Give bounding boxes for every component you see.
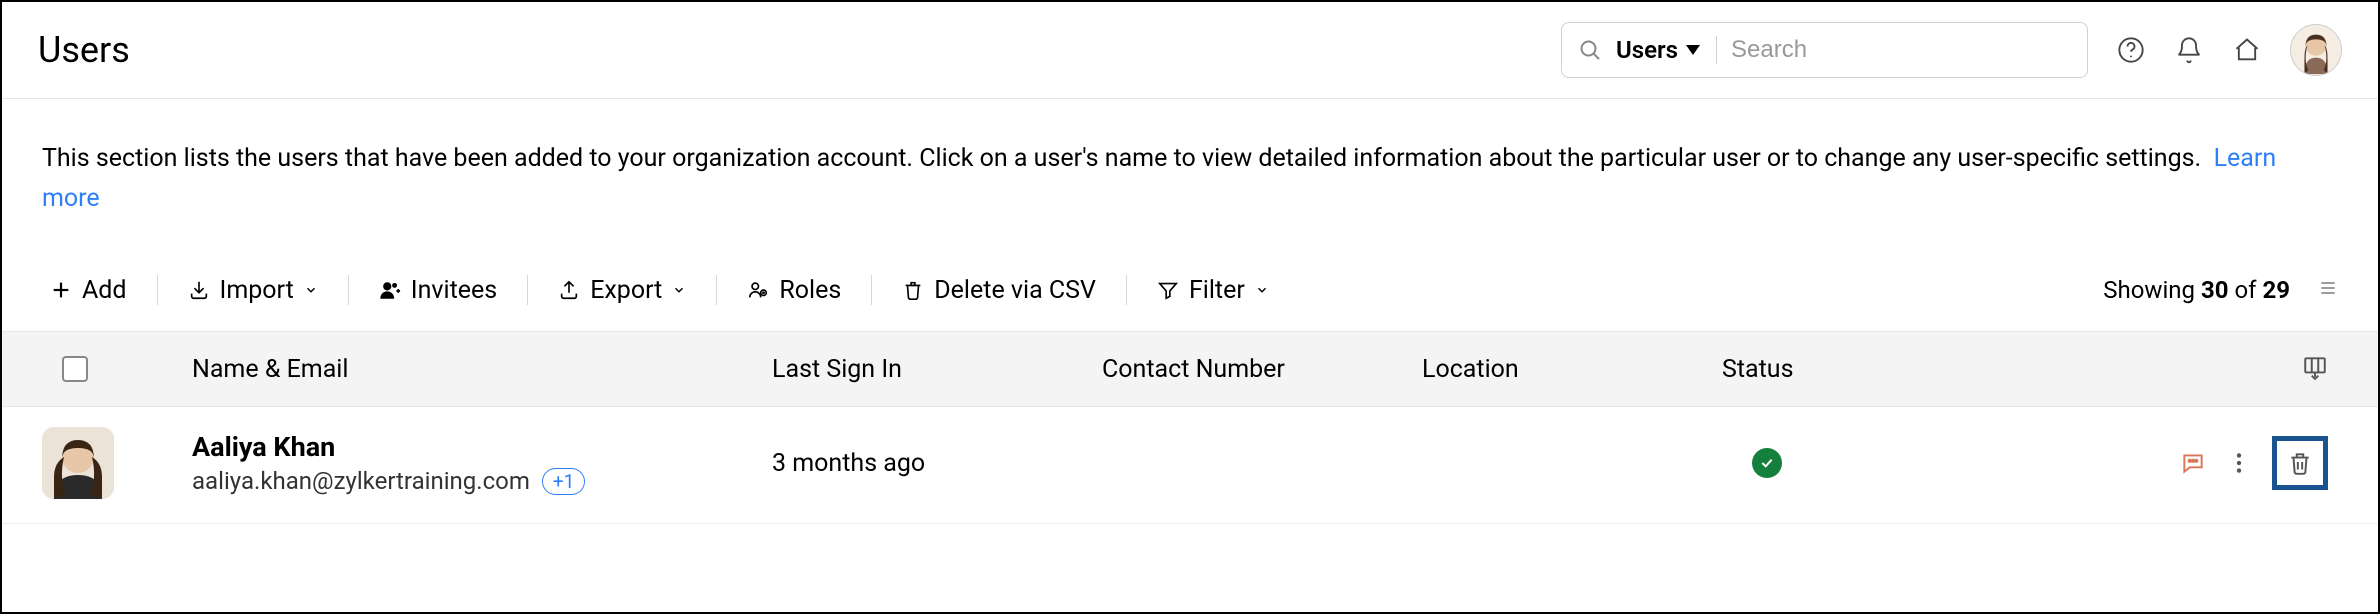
table-header: Name & Email Last Sign In Contact Number… xyxy=(2,331,2378,407)
roles-button[interactable]: Roles xyxy=(717,275,872,305)
dropdown-icon xyxy=(1686,45,1700,55)
extra-email-badge[interactable]: +1 xyxy=(542,468,585,495)
invitees-label: Invitees xyxy=(411,276,497,305)
search-entity-label: Users xyxy=(1616,36,1678,64)
invitees-button[interactable]: Invitees xyxy=(349,275,528,305)
column-name: Name & Email xyxy=(192,355,772,384)
chevron-down-icon xyxy=(672,283,686,297)
page-title: Users xyxy=(38,29,130,71)
column-signin: Last Sign In xyxy=(772,355,1102,384)
user-name[interactable]: Aaliya Khan xyxy=(192,431,772,463)
profile-avatar[interactable] xyxy=(2290,24,2342,76)
section-description: This section lists the users that have b… xyxy=(42,139,2338,219)
delete-button[interactable] xyxy=(2272,436,2328,490)
column-status: Status xyxy=(1722,355,1972,384)
column-contact: Contact Number xyxy=(1102,355,1422,384)
trash-icon xyxy=(2287,449,2313,477)
bell-icon[interactable] xyxy=(2174,35,2204,65)
status-active-icon xyxy=(1752,448,1782,478)
filter-label: Filter xyxy=(1189,276,1245,305)
search-icon xyxy=(1578,38,1602,62)
showing-count: Showing 30 of 29 xyxy=(2103,276,2290,304)
list-view-toggle-icon[interactable] xyxy=(2318,276,2338,304)
import-label: Import xyxy=(220,276,294,305)
help-icon[interactable] xyxy=(2116,35,2146,65)
chevron-down-icon xyxy=(304,283,318,297)
table-row[interactable]: Aaliya Khan aaliya.khan@zylkertraining.c… xyxy=(2,407,2378,524)
export-button[interactable]: Export xyxy=(528,275,717,305)
column-settings-icon[interactable] xyxy=(2302,354,2328,384)
add-label: Add xyxy=(82,276,127,305)
select-all-checkbox[interactable] xyxy=(62,356,88,382)
delete-csv-button[interactable]: Delete via CSV xyxy=(872,275,1127,305)
add-button[interactable]: Add xyxy=(42,275,158,305)
delete-csv-label: Delete via CSV xyxy=(934,276,1096,305)
roles-label: Roles xyxy=(779,276,841,305)
column-location: Location xyxy=(1422,355,1722,384)
user-email: aaliya.khan@zylkertraining.com xyxy=(192,467,530,495)
chevron-down-icon xyxy=(1255,283,1269,297)
last-signin-value: 3 months ago xyxy=(772,449,1102,478)
filter-button[interactable]: Filter xyxy=(1127,275,1299,305)
chat-icon[interactable] xyxy=(2180,450,2206,476)
more-options-icon[interactable] xyxy=(2226,450,2252,476)
export-label: Export xyxy=(590,276,662,305)
import-button[interactable]: Import xyxy=(158,275,349,305)
search-box[interactable]: Users xyxy=(1561,22,2088,78)
home-icon[interactable] xyxy=(2232,35,2262,65)
search-input[interactable] xyxy=(1731,36,2071,64)
search-entity-selector[interactable]: Users xyxy=(1616,36,1717,64)
user-avatar xyxy=(42,427,114,499)
